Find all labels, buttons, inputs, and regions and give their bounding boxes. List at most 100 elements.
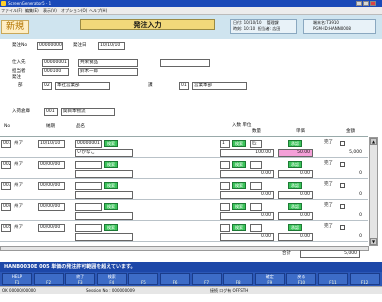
scroll-up-icon[interactable]: ▲	[370, 138, 377, 145]
window-title: ScreenGenerator5 - 1	[8, 1, 52, 6]
menu-options[interactable]: オプション(O)	[61, 7, 87, 15]
function-key-f4[interactable]: 検索 F4	[96, 273, 127, 285]
date-label: 日付	[233, 20, 241, 25]
row-search-button[interactable]: 検索	[104, 182, 118, 189]
row-qty-field[interactable]: 100.00	[220, 149, 274, 157]
row-done-checkbox[interactable]	[340, 162, 345, 167]
row-unit-field[interactable]	[250, 224, 262, 232]
row-product-code-field[interactable]	[75, 161, 102, 169]
row-unit-field[interactable]: 匹	[250, 140, 262, 148]
function-key-f8[interactable]: F8	[223, 273, 254, 285]
status-bar: OK 00000/00000 Session No : 000000009 接続…	[0, 286, 382, 294]
row-due-field[interactable]: 00/00/00	[38, 203, 65, 211]
row-search-button[interactable]: 検索	[104, 140, 118, 147]
function-key-f7[interactable]: F7	[191, 273, 222, 285]
row-price-field[interactable]: 0.00	[278, 170, 313, 178]
menu-view[interactable]: 表示(V)	[43, 7, 57, 15]
warehouse-code-field[interactable]: 001	[44, 108, 58, 116]
section-code-field[interactable]: 01	[179, 82, 189, 90]
scroll-down-icon[interactable]: ▼	[370, 238, 377, 245]
menu-help[interactable]: ヘルプ(H)	[89, 7, 107, 15]
status-message: HANB0030E 005 単価の発注許可範囲を超えています。	[0, 262, 382, 272]
row-case-field[interactable]: 1	[220, 140, 230, 148]
fkey-number: F6	[172, 280, 178, 285]
function-key-f6[interactable]: F6	[160, 273, 190, 285]
row-qty-field[interactable]: 0.00	[220, 170, 274, 178]
row-search-button[interactable]: 検索	[104, 224, 118, 231]
row-product-name-field	[75, 170, 133, 178]
title-bar: ScreenGenerator5 - 1	[0, 0, 382, 7]
row-product-code-field[interactable]	[75, 224, 102, 232]
row-search-button[interactable]: 検索	[104, 161, 118, 168]
order-no-label: 発注No	[12, 43, 28, 48]
person-code-field[interactable]: 000100	[42, 68, 69, 76]
row-due-field[interactable]: 00/00/00	[38, 224, 65, 232]
function-key-f5[interactable]: F5	[128, 273, 159, 285]
row-approve-button[interactable]: 承認	[288, 224, 302, 231]
dept-code-field[interactable]: 02	[42, 82, 52, 90]
row-done-checkbox[interactable]	[340, 204, 345, 209]
row-unit-field[interactable]	[250, 161, 262, 169]
function-key-f1[interactable]: HELP F1	[2, 273, 32, 285]
row-no: 001	[1, 140, 11, 148]
supplier-extra-field	[160, 59, 210, 67]
row-unit-field[interactable]	[250, 203, 262, 211]
row-case-search-button[interactable]: 検索	[232, 161, 246, 168]
row-price-field[interactable]: 0.00	[278, 212, 313, 220]
row-price-field[interactable]: 0.00	[278, 233, 313, 241]
row-case-field[interactable]	[220, 224, 230, 232]
order-no-field[interactable]: 00000000	[37, 42, 63, 50]
row-due-field[interactable]: 10/10/10	[38, 140, 65, 148]
row-case-search-button[interactable]: 検索	[232, 203, 246, 210]
menu-edit[interactable]: 編集(E)	[25, 7, 39, 15]
row-price-field[interactable]: 50.00	[278, 149, 313, 157]
row-search-button[interactable]: 検索	[104, 203, 118, 210]
user-label: 担当者	[257, 26, 270, 31]
row-done-label: 完了	[324, 140, 333, 145]
row-case-field[interactable]	[220, 203, 230, 211]
menu-file[interactable]: ファイル(F)	[1, 7, 22, 15]
function-key-f2[interactable]: F2	[33, 273, 64, 285]
row-case-field[interactable]	[220, 161, 230, 169]
supplier-code-field[interactable]: 00000001	[42, 59, 69, 67]
function-key-f10[interactable]: 戻る F10	[286, 273, 317, 285]
supplier-label: 仕入先	[12, 60, 26, 65]
function-key-f3[interactable]: 終了 F3	[65, 273, 96, 285]
row-done-checkbox[interactable]	[340, 183, 345, 188]
row-case-search-button[interactable]: 検索	[232, 140, 246, 147]
maximize-button[interactable]	[363, 1, 369, 6]
row-qty-field[interactable]: 0.00	[220, 212, 274, 220]
function-key-f11[interactable]: F11	[318, 273, 348, 285]
row-product-code-field[interactable]: 00000001	[75, 140, 102, 148]
user-value: 広田	[272, 26, 281, 31]
row-approve-button[interactable]: 承認	[288, 203, 302, 210]
row-no: 004	[1, 203, 11, 211]
row-done-checkbox[interactable]	[340, 141, 345, 146]
row-product-code-field[interactable]	[75, 182, 102, 190]
row-unit-field[interactable]	[250, 182, 262, 190]
row-done-checkbox[interactable]	[340, 225, 345, 230]
row-approve-button[interactable]: 承認	[288, 140, 302, 147]
minimize-button[interactable]	[356, 1, 362, 6]
function-key-f12[interactable]: F12	[349, 273, 380, 285]
app-icon	[1, 1, 6, 6]
row-approve-button[interactable]: 承認	[288, 161, 302, 168]
time-label: 時刻	[233, 26, 241, 31]
row-product-code-field[interactable]	[75, 203, 102, 211]
function-key-f9[interactable]: 確定 F9	[254, 273, 285, 285]
vertical-scrollbar[interactable]: ▲ ▼	[369, 137, 378, 246]
row-price-field[interactable]: 0.00	[278, 191, 313, 199]
table-row: 004 州ア 00/00/00 検索 検索 0.00 承認 0.00 完了 0	[0, 200, 368, 221]
row-due-field[interactable]: 00/00/00	[38, 182, 65, 190]
warehouse-label: 入荷倉庫	[12, 109, 30, 114]
row-qty-field[interactable]: 0.00	[220, 233, 274, 241]
row-case-search-button[interactable]: 検索	[232, 224, 246, 231]
close-button[interactable]	[370, 1, 376, 6]
row-approve-button[interactable]: 承認	[288, 182, 302, 189]
row-case-search-button[interactable]: 検索	[232, 182, 246, 189]
order-date-field[interactable]: 10/10/10	[98, 42, 125, 50]
info-box-right: 端末名:T3910 PGM-ID:HANN0008	[303, 19, 376, 34]
row-qty-field[interactable]: 0.00	[220, 191, 274, 199]
row-case-field[interactable]	[220, 182, 230, 190]
row-due-field[interactable]: 00/00/00	[38, 161, 65, 169]
